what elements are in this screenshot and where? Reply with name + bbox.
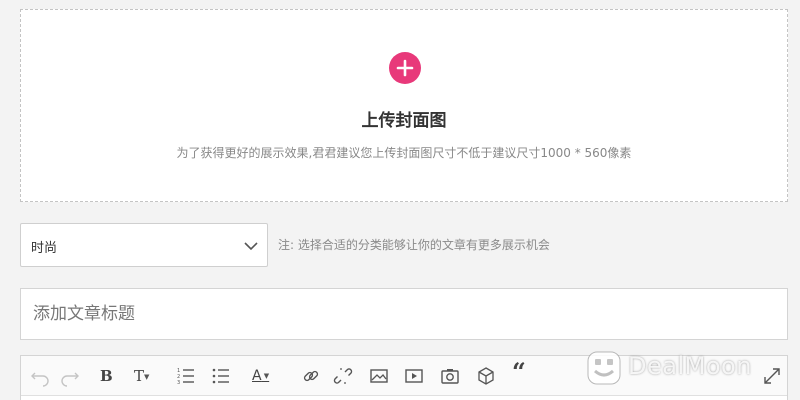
text-size-label: T xyxy=(134,367,145,385)
caret-down-icon: ▼ xyxy=(261,372,270,380)
upload-hint: 为了获得更好的展示效果,君君建议您上传封面图尺寸不低于建议尺寸1000 * 56… xyxy=(176,146,632,160)
embed-box-icon[interactable] xyxy=(475,365,497,387)
quote-icon[interactable]: “ xyxy=(512,360,526,384)
category-note: 注: 选择合适的分类能够让你的文章有更多展示机会 xyxy=(278,238,550,252)
ordered-list-icon[interactable]: 1 2 3 xyxy=(175,365,197,387)
dealmoon-watermark: DealMoon xyxy=(586,348,784,388)
category-selected-value: 时尚 xyxy=(31,241,58,256)
unordered-list-icon[interactable] xyxy=(210,365,232,387)
undo-icon[interactable] xyxy=(29,365,51,387)
font-color-icon[interactable]: A ▼ xyxy=(252,366,269,388)
article-title-input[interactable] xyxy=(20,288,788,340)
svg-text:3: 3 xyxy=(177,380,180,386)
unlink-icon[interactable] xyxy=(332,365,354,387)
watermark-text: DealMoon xyxy=(628,352,752,380)
text-size-icon[interactable]: T▼ xyxy=(134,366,149,388)
redo-icon[interactable] xyxy=(59,365,81,387)
caret-down-icon: ▼ xyxy=(144,373,150,381)
dealmoon-logo-icon xyxy=(586,350,622,390)
image-icon[interactable] xyxy=(368,365,390,387)
cover-upload-zone[interactable]: 上传封面图 为了获得更好的展示效果,君君建议您上传封面图尺寸不低于建议尺寸100… xyxy=(20,9,788,202)
link-icon[interactable] xyxy=(300,365,322,387)
video-icon[interactable] xyxy=(403,365,425,387)
font-color-label: A xyxy=(252,368,262,384)
category-select[interactable]: 时尚 xyxy=(20,223,268,267)
upload-title: 上传封面图 xyxy=(361,111,447,131)
chevron-down-icon xyxy=(243,238,259,257)
camera-icon[interactable] xyxy=(439,365,461,387)
plus-icon[interactable] xyxy=(389,52,421,84)
bold-icon[interactable]: B xyxy=(100,366,113,388)
